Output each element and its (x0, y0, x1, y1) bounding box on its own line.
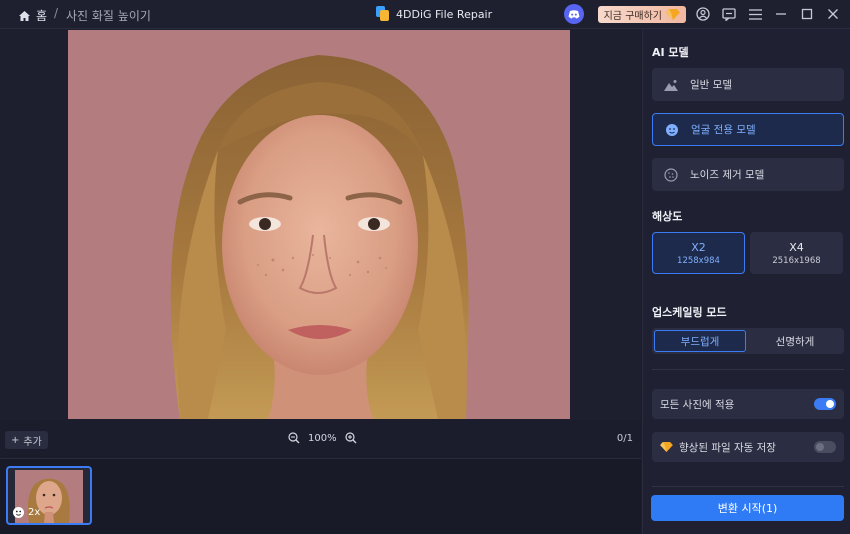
resolution-scale-x2: X2 (691, 240, 706, 254)
scale-label: 2x (28, 507, 41, 518)
model-label-general: 일반 모델 (690, 79, 732, 91)
plus-icon: + (11, 434, 20, 446)
home-icon (19, 10, 30, 21)
model-option-denoise[interactable]: 노이즈 제거 모델 (652, 158, 844, 191)
start-conversion-button[interactable]: 변환 시작(1) (651, 495, 844, 521)
preview-area (0, 29, 641, 420)
breadcrumb-separator: / (54, 6, 59, 20)
app-title: 4DDiG File Repair (376, 6, 492, 22)
model-option-general[interactable]: 일반 모델 (652, 68, 844, 101)
zoom-level: 100% (308, 432, 337, 444)
menu-icon[interactable] (746, 5, 764, 23)
home-link[interactable]: 홈 (18, 7, 47, 24)
upscale-mode-sharp[interactable]: 선명하게 (749, 330, 841, 352)
diamond-icon (660, 442, 673, 452)
apply-all-toggle[interactable] (814, 398, 836, 410)
enhance-scale-badge: 2x (12, 506, 40, 519)
add-button[interactable]: + 추가 (5, 431, 48, 449)
resolution-option-x4[interactable]: X4 2516x1968 (750, 232, 843, 274)
apply-all-row: 모든 사진에 적용 (652, 389, 844, 419)
discord-icon[interactable] (563, 4, 584, 24)
upscale-mode-smooth[interactable]: 부드럽게 (654, 330, 746, 352)
auto-save-row: 향상된 파일 자동 저장 (652, 432, 844, 462)
divider (652, 369, 844, 370)
image-counter: 0/1 (616, 433, 633, 444)
breadcrumb: 사진 화질 높이기 (66, 9, 151, 23)
maximize-icon[interactable] (798, 5, 816, 23)
zoom-out-icon[interactable] (288, 432, 300, 444)
zoom-control: 100% (288, 432, 357, 444)
model-label-denoise: 노이즈 제거 모델 (690, 169, 765, 181)
upscale-mode-selector: 부드럽게 선명하게 (652, 328, 844, 354)
face-icon (666, 123, 678, 136)
apply-all-label: 모든 사진에 적용 (660, 398, 735, 411)
model-option-face[interactable]: 얼굴 전용 모델 (652, 113, 844, 146)
app-name: 4DDiG File Repair (396, 7, 493, 21)
preview-controls: + 추가 100% 0/1 (0, 428, 641, 452)
diamond-icon (666, 8, 680, 20)
account-icon[interactable] (694, 5, 712, 23)
resolution-option-x2[interactable]: X2 1258x984 (652, 232, 745, 274)
buy-now-label: 지금 구매하기 (603, 10, 662, 22)
noise-icon (664, 167, 678, 182)
buy-now-button[interactable]: 지금 구매하기 (597, 5, 686, 23)
resolution-size-x4: 2516x1968 (772, 255, 821, 266)
close-icon[interactable] (824, 5, 842, 23)
add-label: 추가 (23, 436, 42, 448)
thumbnail-item[interactable]: 2x (6, 466, 92, 525)
settings-sidebar: AI 모델 일반 모델 얼굴 전용 모델 노이즈 제거 모델 해상도 X2 12… (642, 29, 850, 534)
minimize-icon[interactable] (772, 5, 790, 23)
auto-save-label: 향상된 파일 자동 저장 (679, 441, 776, 454)
app-logo-icon (376, 6, 390, 22)
title-bar: 홈 / 사진 화질 높이기 4DDiG File Repair 지금 구매하기 (0, 0, 850, 29)
face-icon (13, 507, 24, 518)
upscale-mode-title: 업스케일링 모드 (652, 306, 727, 319)
ai-model-title: AI 모델 (652, 46, 689, 59)
preview-image (68, 30, 570, 419)
feedback-icon[interactable] (720, 5, 738, 23)
mountain-icon (664, 79, 678, 91)
resolution-scale-x4: X4 (789, 240, 804, 254)
home-label: 홈 (36, 9, 48, 23)
resolution-size-x2: 1258x984 (677, 255, 720, 266)
zoom-in-icon[interactable] (344, 432, 357, 444)
model-label-face: 얼굴 전용 모델 (691, 124, 756, 136)
thumbnail-strip: 2x (0, 458, 641, 534)
divider (652, 486, 844, 487)
auto-save-toggle[interactable] (814, 441, 836, 453)
resolution-title: 해상도 (652, 210, 683, 223)
